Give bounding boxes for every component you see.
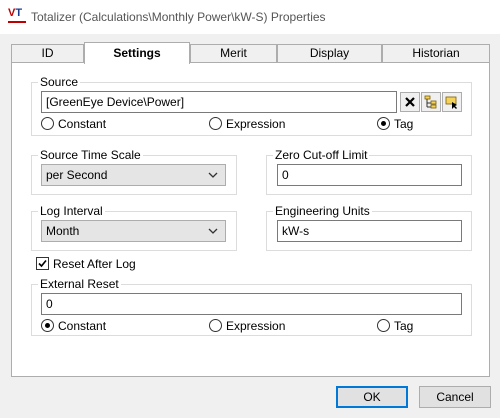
tab-merit[interactable]: Merit — [190, 44, 277, 63]
external-reset-expression-radio[interactable]: Expression — [209, 319, 285, 335]
chevron-down-icon — [208, 172, 218, 178]
app-logo-icon: VT — [8, 8, 28, 25]
source-time-scale-label: Source Time Scale — [38, 148, 143, 162]
window-title: Totalizer (Calculations\Monthly Power\kW… — [31, 10, 326, 24]
radio-circle — [377, 319, 390, 332]
external-reset-label: External Reset — [38, 277, 121, 291]
chevron-down-icon — [208, 228, 218, 234]
radio-circle-selected — [377, 117, 390, 130]
browse-tag-button[interactable] — [421, 92, 441, 112]
engineering-units-label: Engineering Units — [273, 204, 372, 218]
engineering-units-input[interactable]: kW-s — [277, 220, 462, 242]
tab-display[interactable]: Display — [277, 44, 382, 63]
zero-cutoff-input[interactable]: 0 — [277, 164, 462, 186]
clear-icon — [405, 97, 415, 107]
source-tag-radio[interactable]: Tag — [377, 117, 413, 133]
checkbox-box — [36, 257, 49, 270]
source-input[interactable]: [GreenEye Device\Power] — [41, 91, 397, 113]
tab-historian[interactable]: Historian — [382, 44, 490, 63]
radio-circle — [209, 117, 222, 130]
external-reset-input[interactable]: 0 — [41, 293, 462, 315]
log-interval-label: Log Interval — [38, 204, 105, 218]
radio-circle — [41, 117, 54, 130]
title-bar: VT Totalizer (Calculations\Monthly Power… — [0, 0, 500, 34]
cancel-button[interactable]: Cancel — [419, 386, 491, 408]
select-tag-icon — [445, 96, 457, 109]
tab-settings[interactable]: Settings — [84, 42, 190, 64]
source-constant-radio[interactable]: Constant — [41, 117, 106, 133]
ok-button[interactable]: OK — [336, 386, 408, 408]
reset-after-log-checkbox[interactable]: Reset After Log — [36, 257, 136, 273]
tag-browser-icon — [424, 95, 437, 109]
external-reset-constant-radio[interactable]: Constant — [41, 319, 106, 335]
source-expression-radio[interactable]: Expression — [209, 117, 285, 133]
tab-id[interactable]: ID — [11, 44, 84, 63]
select-tag-button[interactable] — [442, 92, 462, 112]
radio-circle — [209, 319, 222, 332]
checkmark-icon — [38, 259, 47, 268]
external-reset-tag-radio[interactable]: Tag — [377, 319, 413, 335]
source-time-scale-select[interactable]: per Second — [41, 164, 226, 186]
clear-source-button[interactable] — [400, 92, 420, 112]
log-interval-select[interactable]: Month — [41, 220, 226, 242]
radio-circle-selected — [41, 319, 54, 332]
zero-cutoff-label: Zero Cut-off Limit — [273, 148, 370, 162]
source-label: Source — [38, 75, 81, 89]
